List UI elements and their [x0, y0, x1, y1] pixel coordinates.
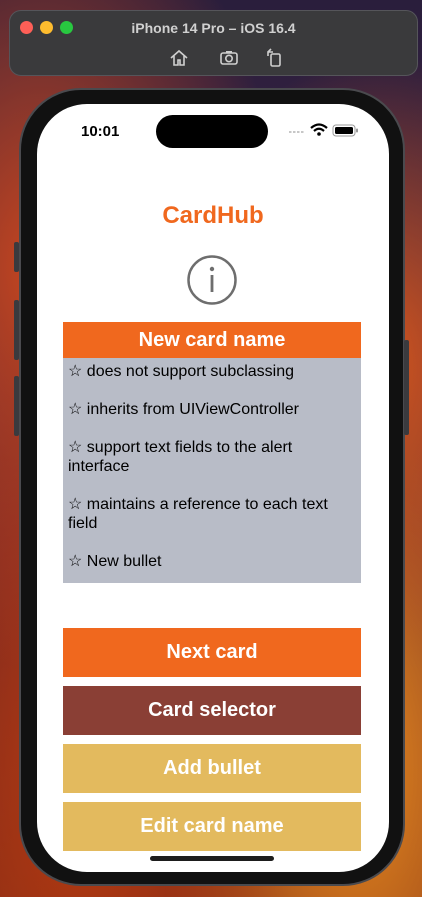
next-card-button[interactable]: Next card	[63, 628, 361, 677]
app-title: CardHub	[162, 202, 264, 229]
camera-icon[interactable]	[218, 47, 240, 69]
dynamic-island	[156, 115, 268, 148]
power-button	[404, 340, 409, 435]
info-icon[interactable]	[186, 254, 238, 306]
wifi-icon	[310, 123, 328, 136]
home-icon[interactable]	[168, 47, 190, 69]
volume-down-button	[14, 376, 19, 436]
bullet-item: ☆ support text fields to the alert inter…	[68, 439, 293, 475]
status-icons	[287, 122, 367, 138]
card-view: New card name ☆ does not support subclas…	[63, 322, 361, 583]
home-indicator[interactable]	[150, 856, 274, 861]
card-selector-button[interactable]: Card selector	[63, 686, 361, 735]
volume-up-button	[14, 300, 19, 360]
bullet-item: ☆ does not support subclassing	[68, 363, 295, 380]
simulator-toolbar	[168, 47, 281, 69]
phone-screen: 10:01 CardHub New card name ☆ does not s…	[37, 104, 389, 872]
cellular-icon	[289, 131, 304, 133]
bullet-item: ☆ maintains a reference to each text fie…	[68, 496, 328, 532]
battery-icon	[332, 124, 358, 137]
edit-card-name-button[interactable]: Edit card name	[63, 802, 361, 851]
mute-switch	[14, 242, 19, 272]
rotate-icon[interactable]	[264, 47, 286, 69]
status-time: 10:01	[81, 123, 120, 140]
add-bullet-button[interactable]: Add bullet	[63, 744, 361, 793]
card-name-header: New card name	[63, 322, 361, 358]
simulator-title-bar: iPhone 14 Pro – iOS 16.4	[9, 10, 418, 76]
bullet-item: ☆ inherits from UIViewController	[68, 401, 300, 418]
bullet-item: ☆ New bullet	[68, 553, 162, 570]
simulator-title: iPhone 14 Pro – iOS 16.4	[131, 20, 296, 36]
bullet-list: ☆ does not support subclassing ☆ inherit…	[63, 358, 361, 571]
